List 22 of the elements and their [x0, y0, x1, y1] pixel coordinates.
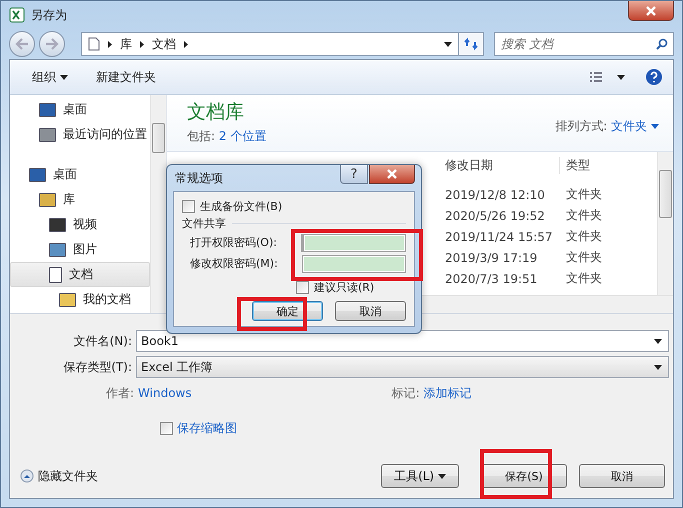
section-heading: 文件共享 [182, 216, 226, 231]
table-cell-text: 2019/3/9 17:19 [444, 250, 538, 264]
tags-label: 标记: [392, 384, 420, 402]
password-label: 修改权限密码(M): [190, 256, 279, 271]
library-title: 文档库 [187, 100, 245, 125]
table-cell-text: 文件夹 [565, 228, 603, 245]
table-cell-text: 2019/11/24 15:57 [444, 230, 554, 244]
arrange-label: 排列方式: [555, 118, 608, 132]
table-cell-text: 2019/12/8 12:10 [444, 188, 546, 202]
file-type-label: 保存类型(T): [62, 358, 132, 376]
author-label: 作者: [106, 384, 134, 402]
table-cell-text: 文件夹 [565, 270, 603, 287]
window-title: 另存为 [31, 6, 67, 24]
table-cell-text: 2020/5/26 19:52 [444, 208, 546, 222]
table-cell-text: 文件夹 [565, 249, 603, 266]
includes-label: 包括: [187, 129, 216, 143]
password-label: 打开权限密码(O): [190, 235, 278, 250]
table-cell-text: 文件夹 [565, 207, 603, 224]
table-cell-text: 2020/7/3 19:51 [444, 272, 538, 286]
table-cell-text: 文件夹 [565, 186, 603, 203]
filename-label: 文件名(N): [72, 332, 132, 350]
dialog-title: 常规选项 [175, 170, 223, 186]
